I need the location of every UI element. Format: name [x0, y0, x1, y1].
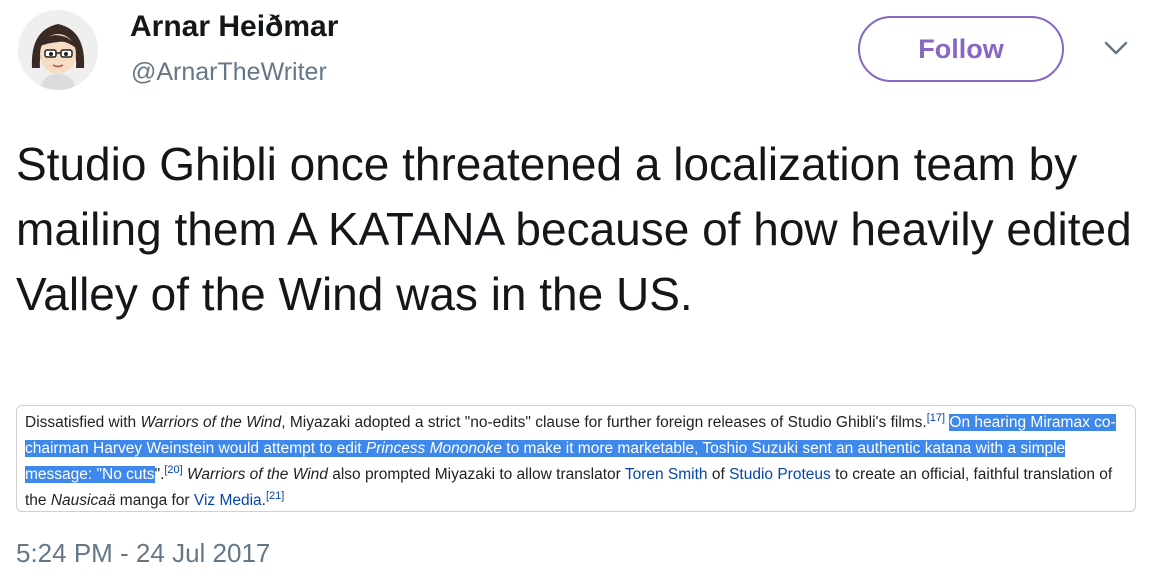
- author-name[interactable]: Arnar Heiðmar: [130, 10, 338, 44]
- excerpt-italic-title: Warriors of the Wind: [140, 414, 282, 431]
- excerpt-text: of: [707, 466, 730, 483]
- tweet-text: Studio Ghibli once threatened a localiza…: [16, 138, 1132, 320]
- excerpt-text: , Miyazaki adopted a strict "no-edits" c…: [281, 414, 927, 431]
- studio-proteus-link[interactable]: Studio Proteus: [729, 466, 831, 483]
- author-handle[interactable]: @ArnarTheWriter: [131, 58, 327, 87]
- citation-link[interactable]: [20]: [164, 464, 182, 476]
- excerpt-text: Dissatisfied with: [25, 414, 141, 431]
- excerpt-italic-title: Princess Mononoke: [365, 440, 502, 457]
- wikipedia-excerpt-image: Dissatisfied with Warriors of the Wind, …: [16, 405, 1136, 512]
- excerpt-italic-title: Warriors of the Wind: [187, 466, 328, 483]
- excerpt-italic-title: Nausicaä: [50, 492, 116, 509]
- excerpt-text: manga for: [115, 492, 194, 509]
- follow-button[interactable]: Follow: [858, 16, 1064, 82]
- tweet-timestamp[interactable]: 5:24 PM - 24 Jul 2017: [16, 538, 270, 569]
- cartoon-portrait-icon: [18, 10, 98, 90]
- citation-link[interactable]: [21]: [266, 490, 284, 502]
- viz-media-link[interactable]: Viz Media: [194, 492, 262, 509]
- citation-link[interactable]: [17]: [927, 412, 945, 424]
- toren-smith-link[interactable]: Toren Smith: [625, 466, 708, 483]
- chevron-down-icon[interactable]: [1100, 36, 1132, 60]
- excerpt-text: also prompted Miyazaki to allow translat…: [327, 466, 625, 483]
- excerpt-text: ".: [154, 466, 165, 483]
- avatar[interactable]: [18, 10, 98, 90]
